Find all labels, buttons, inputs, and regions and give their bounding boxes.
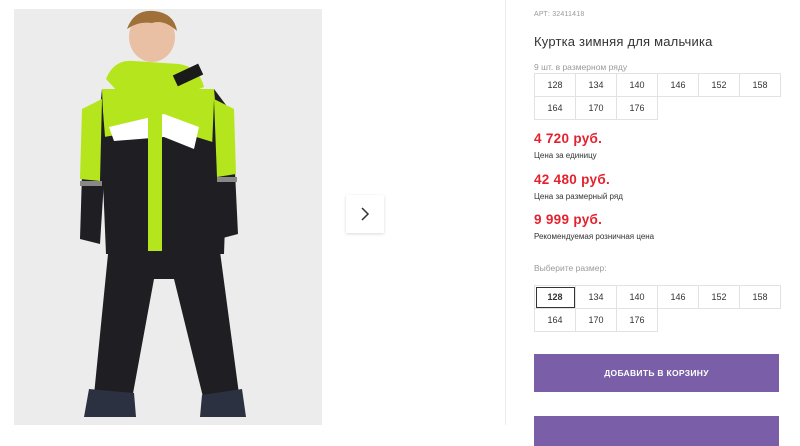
size-option[interactable]: 176: [617, 309, 658, 332]
product-photo: [14, 9, 322, 425]
pack-size-cell: 152: [699, 74, 740, 97]
size-option[interactable]: 128: [535, 286, 576, 309]
size-option[interactable]: 158: [740, 286, 781, 309]
product-title: Куртка зимняя для мальчика: [534, 34, 713, 49]
unit-price-label: Цена за единицу: [534, 151, 597, 160]
size-option[interactable]: 146: [658, 286, 699, 309]
size-option[interactable]: 140: [617, 286, 658, 309]
pack-size-note: 9 шт. в размерном ряду: [534, 62, 628, 72]
pack-size-cell: 146: [658, 74, 699, 97]
add-to-cart-button[interactable]: ДОБАВИТЬ В КОРЗИНУ: [534, 354, 779, 392]
product-gallery: [0, 0, 505, 425]
pack-size-cell: 176: [617, 97, 658, 120]
product-photo-image: [14, 9, 322, 425]
retail-price-label: Рекомендуемая розничная цена: [534, 232, 655, 241]
pack-price: 42 480 руб.: [534, 172, 611, 187]
chevron-right-icon: [361, 207, 370, 221]
choose-size-label: Выберите размер:: [534, 263, 607, 273]
gallery-next-button[interactable]: [346, 195, 384, 233]
pack-size-cell: 140: [617, 74, 658, 97]
pack-size-cell: 128: [535, 74, 576, 97]
pack-price-label: Цена за размерный ряд: [534, 192, 623, 201]
size-option[interactable]: 170: [576, 309, 617, 332]
unit-price: 4 720 руб.: [534, 131, 603, 146]
retail-price: 9 999 руб.: [534, 212, 603, 227]
pack-size-cell: 164: [535, 97, 576, 120]
article-number: АРТ: 32411418: [534, 11, 585, 18]
size-option[interactable]: 164: [535, 309, 576, 332]
column-divider: [505, 0, 506, 425]
size-selector: 128 134 140 146 152 158 164 170 176: [534, 285, 781, 332]
secondary-action-button[interactable]: [534, 416, 779, 446]
pack-size-cell: 134: [576, 74, 617, 97]
product-info: АРТ: 32411418 Куртка зимняя для мальчика…: [534, 0, 800, 446]
size-option[interactable]: 152: [699, 286, 740, 309]
pack-size-cell: 158: [740, 74, 781, 97]
size-option[interactable]: 134: [576, 286, 617, 309]
pack-size-cell: 170: [576, 97, 617, 120]
pack-size-grid: 128 134 140 146 152 158 164 170 176: [534, 73, 781, 120]
